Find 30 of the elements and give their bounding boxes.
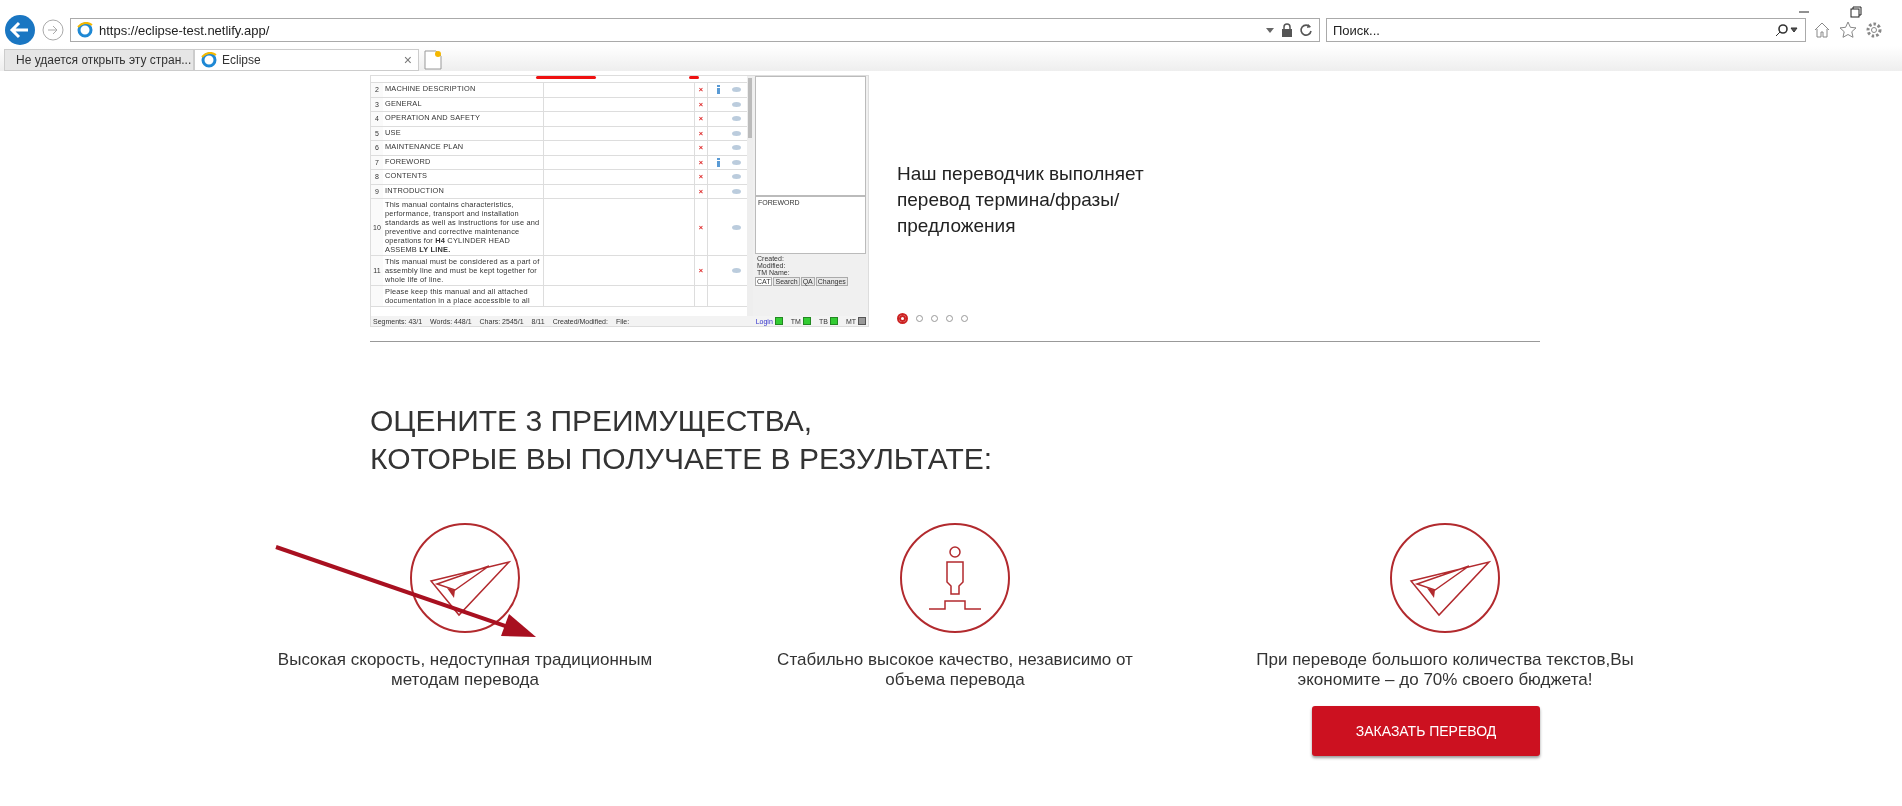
- browser-tab[interactable]: Не удается открыть эту стран...: [4, 49, 194, 71]
- order-button[interactable]: ЗАКАЗАТЬ ПЕРЕВОД: [1312, 706, 1540, 756]
- new-tab-button[interactable]: [423, 49, 443, 71]
- refresh-icon[interactable]: [1299, 23, 1313, 37]
- restore-icon[interactable]: [1850, 6, 1862, 18]
- lock-icon: [1281, 23, 1293, 37]
- address-bar[interactable]: https://eclipse-test.netlify.app/: [70, 18, 1320, 42]
- slide-dot[interactable]: [897, 313, 908, 324]
- info-icon: [716, 85, 720, 95]
- info-icon: [716, 157, 720, 167]
- slide-caption: Наш переводчик выполняет перевод термина/фразы/предложения: [897, 162, 1145, 238]
- search-field[interactable]: Поиск...: [1326, 18, 1806, 42]
- section-title: ОЦЕНИТЕ 3 ПРЕИМУЩЕСТВА, КОТОРЫЕ ВЫ ПОЛУЧАЕТЕ В РЕЗУЛЬТАТЕ:: [370, 403, 994, 477]
- browser-tab[interactable]: Eclipse ×: [194, 49, 419, 71]
- paper-plane-icon: [1389, 522, 1501, 634]
- scrollbar-thumb[interactable]: [748, 78, 752, 138]
- benefit-text: При переводе большого количества текстов,Вы экономите – до 70% своего бюджета!: [1255, 650, 1635, 690]
- star-icon[interactable]: [1838, 20, 1858, 40]
- paper-plane-icon: [409, 522, 521, 634]
- dropdown-icon[interactable]: [1265, 26, 1275, 34]
- person-on-podium-icon: [899, 522, 1011, 634]
- settings-icon[interactable]: [1864, 20, 1884, 40]
- browser-logo-icon: [201, 52, 217, 68]
- benefit-text: Стабильно высокое качество, независимо от объема перевода: [776, 650, 1134, 690]
- home-icon[interactable]: [1812, 20, 1832, 40]
- benefit-text: Высокая скорость, недоступная традиционным методам перевода: [276, 650, 654, 690]
- forward-button[interactable]: [42, 19, 64, 41]
- browser-logo-icon: [77, 22, 93, 38]
- close-tab-icon[interactable]: ×: [403, 52, 412, 68]
- back-button[interactable]: [4, 14, 36, 46]
